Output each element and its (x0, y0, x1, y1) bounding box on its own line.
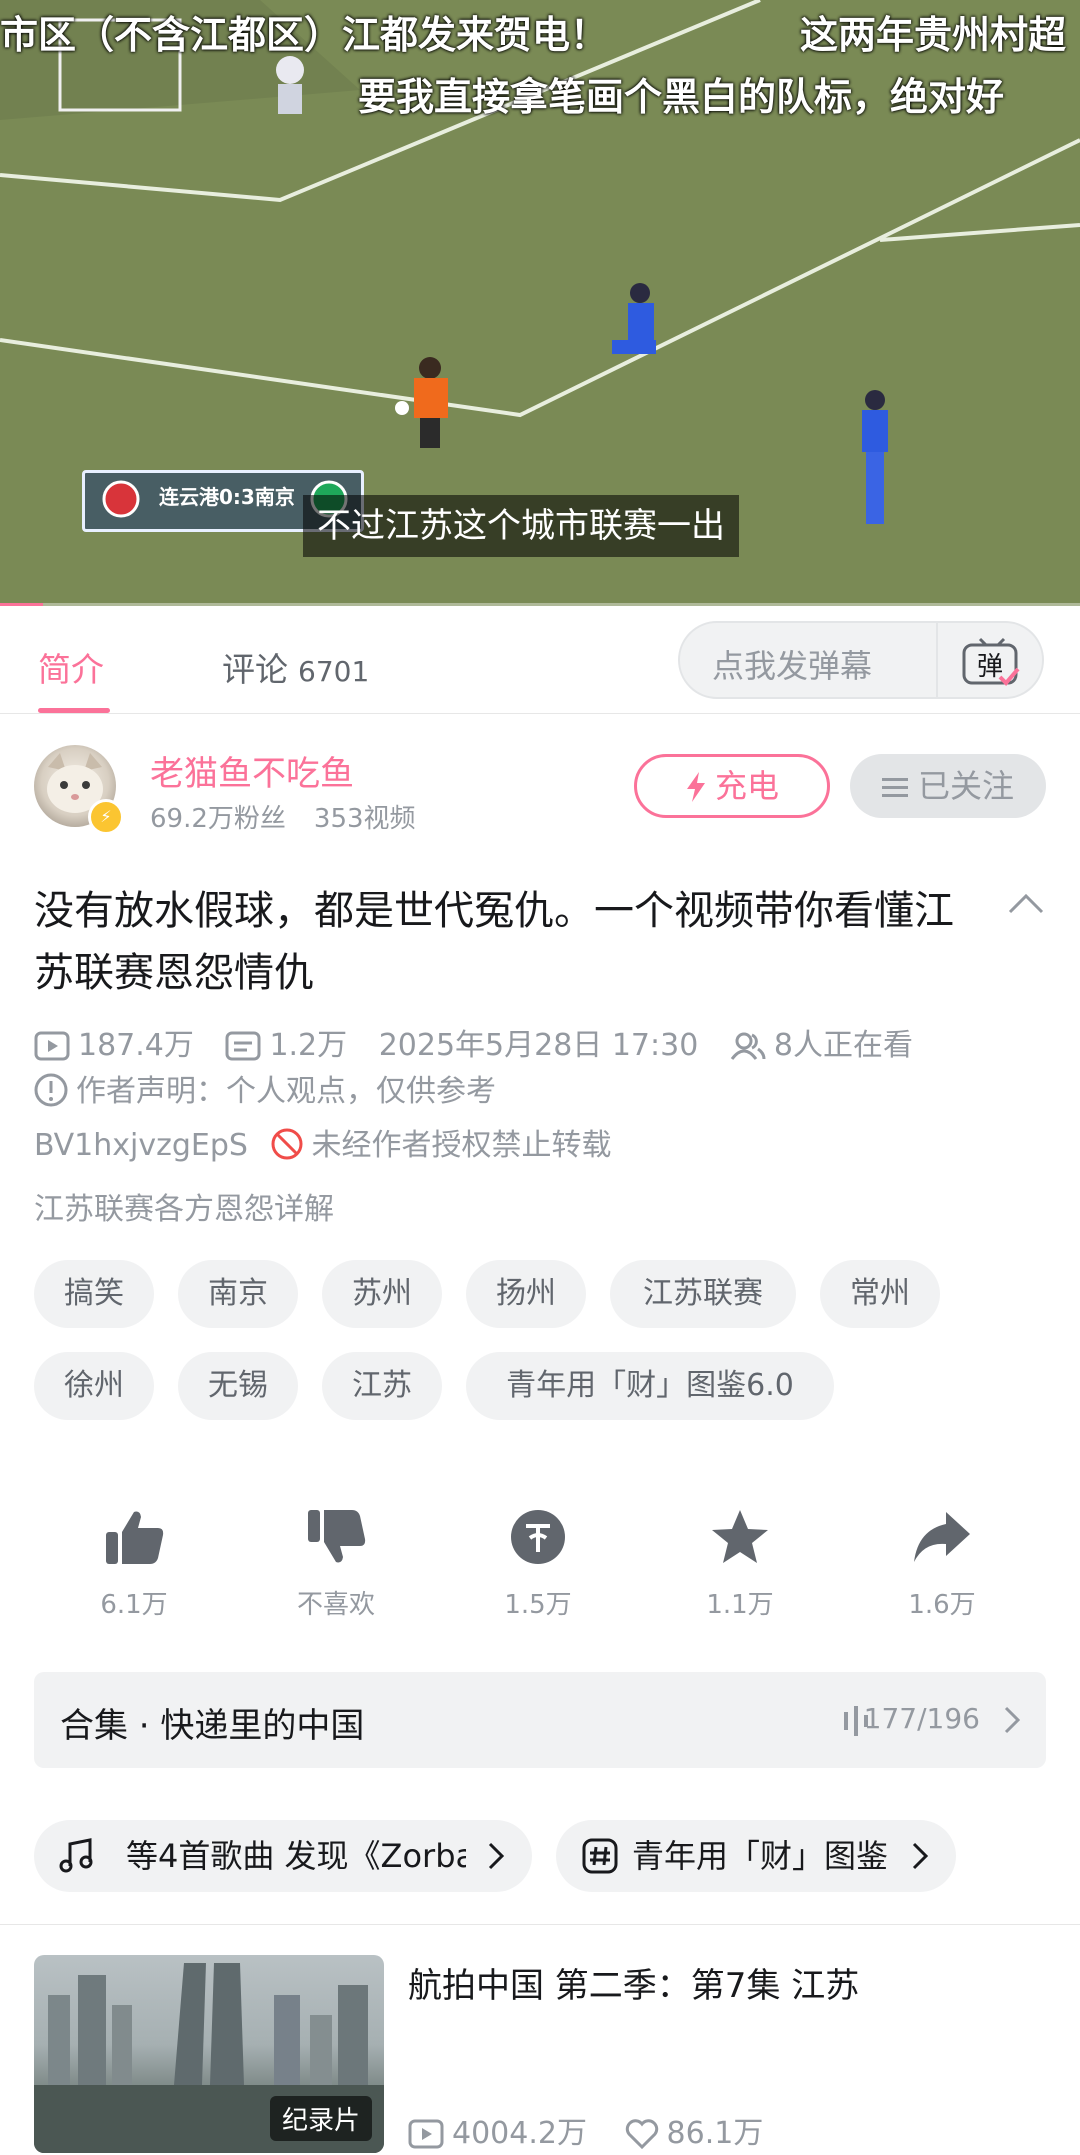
tag[interactable]: 扬州 (466, 1260, 586, 1328)
statement-row: 作者声明：个人观点，仅供参考 (34, 1066, 496, 1110)
comment-count: 6701 (298, 655, 370, 688)
author-stats: 69.2万粉丝 353视频 (150, 798, 416, 835)
people-icon (730, 1032, 766, 1060)
topic-chip-label: 青年用「财」图鉴 (632, 1837, 889, 1875)
danmaku-comment: 市区（不含江都区）江都发来贺电！ (0, 13, 609, 57)
tag[interactable]: 常州 (820, 1260, 940, 1328)
chevron-right-icon (1004, 1706, 1021, 1734)
music-chip-label: 等4首歌曲 发现《Zorba (126, 1837, 466, 1875)
avatar[interactable]: ⚡ (34, 745, 124, 835)
tab-comments-label: 评论 (222, 650, 288, 689)
scoreboard-text: 连云港0:3南京 (159, 485, 295, 509)
danmaku-placeholder: 点我发弹幕 (712, 647, 873, 685)
favorite-button[interactable]: 1.1万 (680, 1508, 800, 1621)
share-button[interactable]: 1.6万 (882, 1508, 1002, 1621)
topic-chip[interactable]: 青年用「财」图鉴 (556, 1820, 956, 1892)
music-note-icon (59, 1838, 93, 1873)
video-progress-bar[interactable] (0, 603, 1080, 606)
play-count-icon (408, 2119, 444, 2149)
dislike-button[interactable]: 不喜欢 (276, 1508, 396, 1621)
view-count: 187.4万 (78, 1028, 194, 1063)
tab-indicator (38, 708, 110, 713)
video-title: 没有放水假球，都是世代冤仇。一个视频带你看懂江苏联赛恩怨情仇 (34, 888, 954, 996)
like-button[interactable]: 6.1万 (74, 1508, 194, 1621)
related-video-title[interactable]: 航拍中国 第二季：第7集 江苏 (408, 1958, 859, 2007)
section-divider (0, 1924, 1080, 1925)
verified-badge-icon: ⚡ (88, 799, 124, 835)
tag[interactable]: 江苏联赛 (610, 1260, 796, 1328)
related-video-thumbnail[interactable]: 纪录片 (34, 1955, 384, 2153)
coin-button[interactable]: 1.5万 (478, 1508, 598, 1621)
danmaku-toggle-icon[interactable]: 弹 (960, 635, 1024, 689)
info-icon (34, 1073, 68, 1107)
charge-button[interactable]: 充电 (634, 754, 830, 818)
tag[interactable]: 无锡 (178, 1352, 298, 1420)
collection-progress: 177/196 (863, 1702, 980, 1735)
tag[interactable]: 南京 (178, 1260, 298, 1328)
danmaku-input[interactable]: 点我发弹幕 弹 (678, 621, 1044, 699)
hashtag-icon (582, 1838, 618, 1874)
share-arrow-icon (914, 1512, 970, 1562)
bvid[interactable]: BV1hxjvzgEpS (34, 1128, 248, 1163)
danmaku-stat: 1.2万 (225, 1020, 347, 1064)
follow-button[interactable]: 已关注 (850, 754, 1046, 818)
menu-icon (881, 778, 908, 797)
chevron-up-icon[interactable] (1006, 888, 1046, 918)
watching-stat: 8人正在看 (730, 1020, 913, 1064)
chevron-right-icon (912, 1842, 929, 1870)
star-icon (712, 1510, 768, 1563)
collection-name: 合集 · 快递里的中国 (60, 1706, 365, 1746)
tag[interactable]: 苏州 (322, 1260, 442, 1328)
divider (936, 623, 938, 697)
video-progress-fill (0, 603, 44, 606)
danmaku-comment: 这两年贵州村超 (800, 13, 1067, 57)
follow-label: 已关注 (917, 767, 1014, 805)
tag[interactable]: 搞笑 (34, 1260, 154, 1328)
follower-count: 69.2万粉丝 (150, 804, 286, 834)
tag[interactable]: 江苏 (322, 1352, 442, 1420)
coin-icon (511, 1510, 565, 1564)
video-subtitle: 不过江苏这个城市联赛一出 (303, 495, 739, 557)
favorite-count: 1.1万 (706, 1590, 774, 1620)
no-reprint-icon (271, 1128, 303, 1160)
tab-intro[interactable]: 简介 (38, 643, 104, 691)
danmaku-count-icon (225, 1031, 261, 1061)
thumbs-down-icon (308, 1510, 366, 1563)
related-video-stats: 4004.2万 86.1万 (408, 2108, 763, 2152)
author-name[interactable]: 老猫鱼不吃鱼 (150, 746, 354, 795)
video-count: 353视频 (313, 804, 416, 834)
author-statement: 作者声明：个人观点，仅供参考 (76, 1074, 496, 1109)
thumbs-up-icon (106, 1511, 164, 1564)
reprint-notice: 未经作者授权禁止转载 (311, 1128, 612, 1163)
team-logo-icon (102, 480, 140, 518)
tag[interactable]: 青年用「财」图鉴6.0 (466, 1352, 834, 1420)
music-chip[interactable]: 等4首歌曲 发现《Zorba (34, 1820, 532, 1892)
watching-count: 8人正在看 (773, 1028, 913, 1063)
category-badge: 纪录片 (269, 2096, 372, 2141)
danmaku-count: 1.2万 (269, 1028, 348, 1063)
danmaku-comment: 要我直接拿笔画个黑白的队标，绝对好 (358, 75, 1005, 119)
video-player[interactable]: 市区（不含江都区）江都发来贺电！ 这两年贵州村超 要我直接拿笔画个黑白的队标，绝… (0, 0, 1080, 606)
like-count: 6.1万 (100, 1590, 168, 1620)
tag[interactable]: 徐州 (34, 1352, 154, 1420)
bvid-row: BV1hxjvzgEpS 未经作者授权禁止转载 (34, 1120, 612, 1164)
charge-label: 充电 (714, 767, 779, 805)
video-meta-row: 187.4万 1.2万 2025年5月28日 17:30 8人正在看 (34, 1020, 935, 1064)
coin-count: 1.5万 (504, 1590, 572, 1620)
danmaku-icon-text: 弹 (977, 652, 1003, 682)
video-description: 江苏联赛各方恩怨详解 (34, 1192, 334, 1227)
related-like-count: 86.1万 (666, 2116, 764, 2151)
collection-card[interactable]: 合集 · 快递里的中国 177/196 (34, 1672, 1046, 1768)
publish-time: 2025年5月28日 17:30 (378, 1028, 699, 1063)
dislike-label: 不喜欢 (296, 1590, 375, 1620)
chevron-right-icon (488, 1842, 505, 1870)
view-stat: 187.4万 (34, 1020, 194, 1064)
lightning-icon (686, 772, 705, 802)
tab-comments[interactable]: 评论 6701 (222, 643, 369, 691)
related-view-count: 4004.2万 (452, 2116, 587, 2151)
heart-icon (625, 2119, 658, 2150)
play-count-icon (34, 1031, 70, 1061)
share-count: 1.6万 (908, 1590, 976, 1620)
